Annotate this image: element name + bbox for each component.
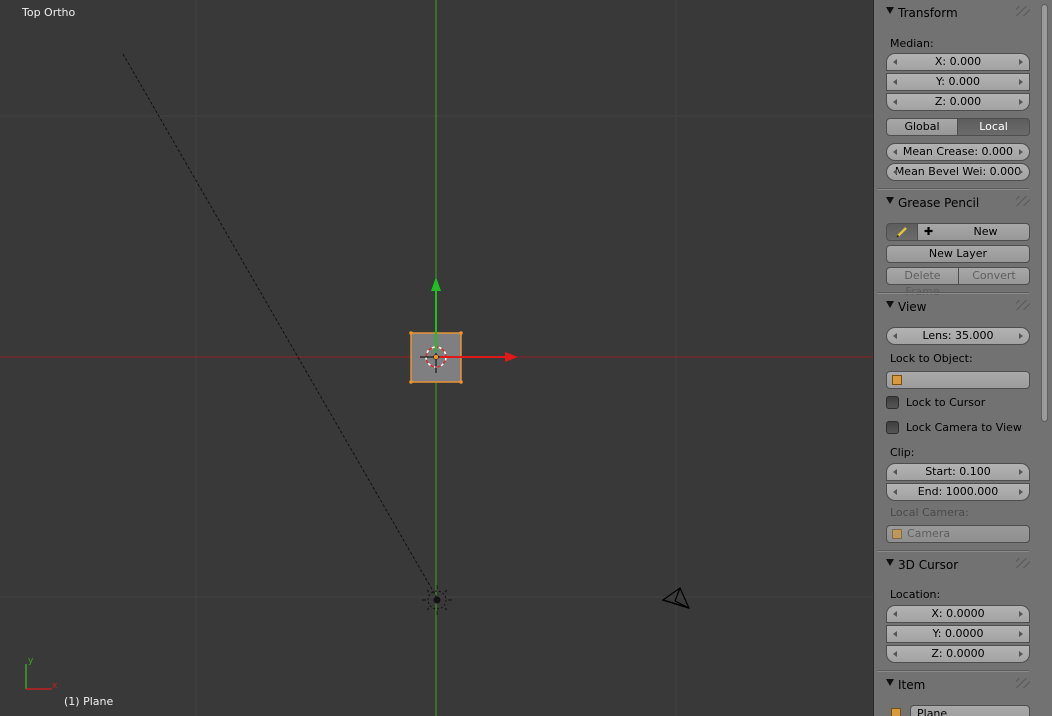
plus-icon: ✚ xyxy=(924,225,934,238)
lock-to-object-field[interactable] xyxy=(886,371,1030,389)
increment-arrow-icon[interactable] xyxy=(1019,59,1023,65)
lens-field[interactable]: Lens: 35.000 xyxy=(886,327,1030,345)
panel-drag-grip-icon[interactable] xyxy=(1016,678,1030,688)
object-cube-icon xyxy=(892,375,902,385)
local-camera-field[interactable]: Camera xyxy=(886,525,1030,543)
location-label: Location: xyxy=(890,588,941,601)
viewport-scene: y x xyxy=(0,0,873,716)
3d-viewport[interactable]: y x Top Ortho (1) Plane xyxy=(0,0,873,716)
item-title: Item xyxy=(898,678,926,692)
lock-camera-to-view-label: Lock Camera to View xyxy=(906,421,1022,434)
transform-title: Transform xyxy=(898,6,958,20)
increment-arrow-icon[interactable] xyxy=(1019,631,1023,637)
increment-arrow-icon[interactable] xyxy=(1019,149,1023,155)
median-y-field[interactable]: Y: 0.000 xyxy=(886,73,1030,91)
grease-pencil-header[interactable]: Grease Pencil xyxy=(878,192,1032,212)
decrement-arrow-icon[interactable] xyxy=(893,611,897,617)
active-object-label: (1) Plane xyxy=(64,695,114,708)
increment-arrow-icon[interactable] xyxy=(1019,611,1023,617)
decrement-arrow-icon[interactable] xyxy=(893,469,897,475)
lamp-object[interactable] xyxy=(422,585,452,615)
decrement-arrow-icon[interactable] xyxy=(893,169,897,175)
mean-bevel-field[interactable]: Mean Bevel Wei: 0.000 xyxy=(886,163,1030,181)
lock-to-object-label: Lock to Object: xyxy=(890,352,973,365)
item-header[interactable]: Item xyxy=(878,674,1032,694)
increment-arrow-icon[interactable] xyxy=(1019,333,1023,339)
grease-pencil-title: Grease Pencil xyxy=(898,196,980,210)
3d-cursor-header[interactable]: 3D Cursor xyxy=(878,554,1032,574)
decrement-arrow-icon[interactable] xyxy=(893,99,897,105)
median-x-field[interactable]: X: 0.000 xyxy=(886,53,1030,71)
transform-header[interactable]: Transform xyxy=(878,2,1032,22)
new-grease-pencil-button[interactable]: ✚ New xyxy=(917,223,1030,241)
decrement-arrow-icon[interactable] xyxy=(893,631,897,637)
lock-to-cursor-checkbox[interactable] xyxy=(886,396,899,409)
view-name-label: Top Ortho xyxy=(22,6,76,19)
item-name-field[interactable]: Plane xyxy=(910,705,1030,716)
collapse-triangle-icon xyxy=(886,197,894,204)
median-z-field[interactable]: Z: 0.000 xyxy=(886,93,1030,111)
collapse-triangle-icon xyxy=(886,301,894,308)
panel-drag-grip-icon[interactable] xyxy=(1016,6,1030,16)
increment-arrow-icon[interactable] xyxy=(1019,169,1023,175)
collapse-triangle-icon xyxy=(886,7,894,14)
decrement-arrow-icon[interactable] xyxy=(893,59,897,65)
panel-drag-grip-icon[interactable] xyxy=(1016,300,1030,310)
grease-pencil-icon-button[interactable] xyxy=(886,223,918,241)
convert-button[interactable]: Convert xyxy=(958,267,1030,285)
camera-object-icon xyxy=(892,529,902,539)
increment-arrow-icon[interactable] xyxy=(1019,469,1023,475)
axis-y-label: y xyxy=(28,656,34,666)
collapse-triangle-icon xyxy=(886,679,894,686)
decrement-arrow-icon[interactable] xyxy=(893,651,897,657)
increment-arrow-icon[interactable] xyxy=(1019,651,1023,657)
panel-drag-grip-icon[interactable] xyxy=(1016,558,1030,568)
3d-cursor-title: 3D Cursor xyxy=(898,558,959,572)
decrement-arrow-icon[interactable] xyxy=(893,79,897,85)
increment-arrow-icon[interactable] xyxy=(1019,99,1023,105)
increment-arrow-icon[interactable] xyxy=(1019,79,1023,85)
delete-frame-button[interactable]: Delete Frame xyxy=(886,267,959,298)
mean-crease-field[interactable]: Mean Crease: 0.000 xyxy=(886,143,1030,161)
collapse-triangle-icon xyxy=(886,559,894,566)
decrement-arrow-icon[interactable] xyxy=(893,489,897,495)
panel-drag-grip-icon[interactable] xyxy=(1016,196,1030,206)
panel-separator xyxy=(877,292,1029,294)
cursor-x-field[interactable]: X: 0.0000 xyxy=(886,605,1030,623)
panel-scrollbar[interactable] xyxy=(1041,4,1048,422)
lamp-direction-line xyxy=(122,53,438,599)
decrement-arrow-icon[interactable] xyxy=(893,149,897,155)
cursor-y-field[interactable]: Y: 0.0000 xyxy=(886,625,1030,643)
clip-label: Clip: xyxy=(890,446,915,459)
new-layer-button[interactable]: New Layer xyxy=(886,245,1030,263)
local-toggle[interactable]: Local xyxy=(957,118,1030,136)
view-title: View xyxy=(898,300,927,314)
decrement-arrow-icon[interactable] xyxy=(893,333,897,339)
axis-x-label: x xyxy=(52,681,58,691)
local-camera-label: Local Camera: xyxy=(890,506,969,519)
cursor-z-field[interactable]: Z: 0.0000 xyxy=(886,645,1030,663)
properties-region[interactable]: Transform Median: X: 0.000 Y: 0.000 Z: 0… xyxy=(873,0,1052,716)
view-header[interactable]: View xyxy=(878,296,1032,316)
lock-camera-to-view-checkbox[interactable] xyxy=(886,421,899,434)
median-label: Median: xyxy=(890,37,934,50)
panel-separator xyxy=(877,188,1029,190)
object-cube-icon xyxy=(891,708,901,716)
axis-gizmo: y x xyxy=(25,656,58,691)
global-toggle[interactable]: Global xyxy=(886,118,958,136)
pencil-icon xyxy=(896,227,907,238)
lock-to-cursor-label: Lock to Cursor xyxy=(906,396,986,409)
clip-start-field[interactable]: Start: 0.100 xyxy=(886,463,1030,481)
panel-separator xyxy=(877,550,1029,552)
increment-arrow-icon[interactable] xyxy=(1019,489,1023,495)
clip-end-field[interactable]: End: 1000.000 xyxy=(886,483,1030,501)
panel-separator xyxy=(877,670,1029,672)
